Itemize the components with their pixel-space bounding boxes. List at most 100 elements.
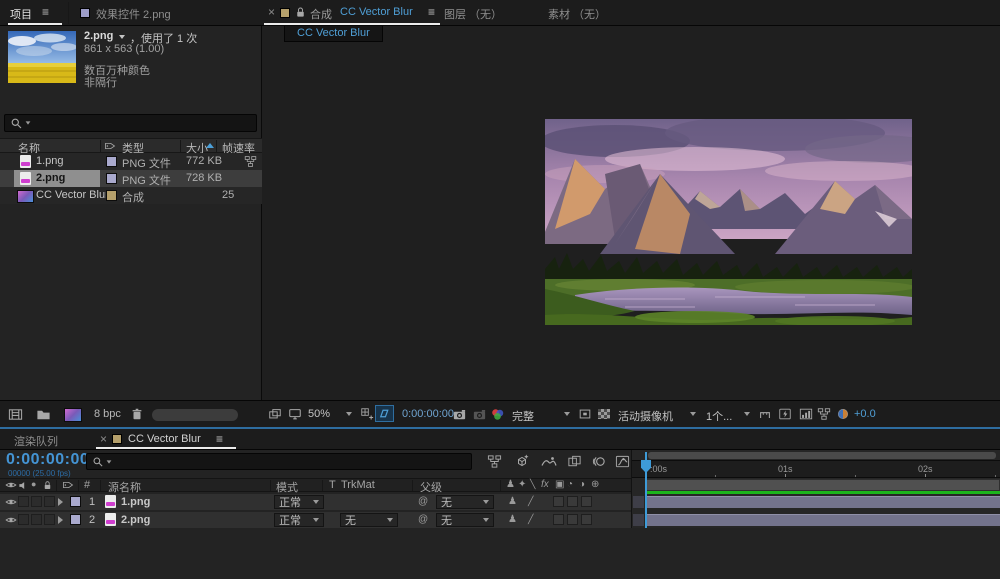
label-swatch[interactable] <box>106 190 117 201</box>
comp-tab-close-icon[interactable]: × <box>268 5 275 19</box>
project-row-comp[interactable]: CC Vector Blur 合成 25 <box>0 187 262 204</box>
time-navigator[interactable] <box>648 452 996 459</box>
parent-select[interactable]: 无 <box>436 495 494 509</box>
switch-cell[interactable] <box>567 496 578 507</box>
audio-toggle[interactable] <box>18 514 29 525</box>
work-area-bar[interactable] <box>646 479 1000 491</box>
new-composition-icon[interactable] <box>64 408 82 422</box>
frame-blend-icon[interactable] <box>567 454 582 469</box>
shy-layers-icon[interactable] <box>541 453 557 469</box>
main-viewer-icon[interactable] <box>288 407 302 421</box>
lock-toggle[interactable] <box>44 496 55 507</box>
snapshot-icon[interactable] <box>452 407 467 422</box>
switch-cell[interactable] <box>553 514 564 525</box>
draft-3d-icon[interactable] <box>514 453 530 469</box>
project-row-1png[interactable]: 1.png PNG 文件 772 KB <box>0 153 262 170</box>
label-swatch[interactable] <box>106 156 117 167</box>
parent-pickwhip-icon[interactable]: @ <box>418 514 428 525</box>
trkmat-select[interactable]: 无 <box>340 513 398 527</box>
switch-cell[interactable] <box>581 514 592 525</box>
project-color-depth[interactable]: 8 bpc <box>94 408 121 420</box>
footer-scrollbar[interactable] <box>152 409 238 421</box>
layout-caret-icon[interactable] <box>744 412 750 416</box>
mask-visibility-toggle[interactable] <box>375 405 394 422</box>
blend-mode-select[interactable]: 正常 <box>274 513 324 527</box>
sort-ascending-icon[interactable] <box>206 143 214 148</box>
parent-select[interactable]: 无 <box>436 513 494 527</box>
col-trkmat[interactable]: TrkMat <box>341 479 375 491</box>
switch-cell[interactable] <box>567 514 578 525</box>
time-ruler[interactable]: :00s 01s 02s <box>632 460 1000 478</box>
reset-exposure-icon[interactable] <box>836 407 850 421</box>
col-t[interactable]: T <box>329 479 336 491</box>
col-source-name[interactable]: 源名称 <box>108 479 141 495</box>
shy-toggle-icon[interactable]: ♟ <box>508 514 517 525</box>
col-index[interactable]: # <box>84 479 90 491</box>
label-color-icon[interactable] <box>104 140 116 152</box>
shy-toggle-icon[interactable]: ♟ <box>508 496 517 507</box>
col-parent[interactable]: 父级 <box>420 479 442 495</box>
layer-visibility-icon[interactable] <box>5 514 17 526</box>
resolution-select[interactable]: 完整 <box>512 408 534 424</box>
switch-cell[interactable] <box>581 496 592 507</box>
project-search-input[interactable] <box>4 114 257 132</box>
switch-cell[interactable] <box>553 496 564 507</box>
layer-label-swatch[interactable] <box>70 496 81 507</box>
lock-toggle[interactable] <box>44 514 55 525</box>
zoom-select[interactable]: 50% <box>308 408 330 420</box>
layer-row-2[interactable]: 2 2.png 正常 无 @ 无 ♟ ╱ <box>0 512 631 528</box>
mini-flowchart-icon[interactable] <box>487 454 502 469</box>
motion-blur-icon[interactable] <box>591 454 606 469</box>
interpret-footage-icon[interactable] <box>8 407 23 422</box>
label-swatch[interactable] <box>106 173 117 184</box>
project-row-2png[interactable]: 2.png PNG 文件 728 KB <box>0 170 262 187</box>
col-mode[interactable]: 模式 <box>276 479 298 495</box>
always-preview-icon[interactable] <box>268 407 282 421</box>
timeline-graph-icon[interactable] <box>799 407 813 421</box>
composition-viewport[interactable] <box>545 119 912 325</box>
layer-row-1[interactable]: 1 1.png 正常 @ 无 ♟ ╱ <box>0 494 631 510</box>
new-folder-icon[interactable] <box>36 407 51 422</box>
camera-caret-icon[interactable] <box>690 412 696 416</box>
view-camera-select[interactable]: 活动摄像机 <box>618 408 673 424</box>
trash-icon[interactable] <box>130 407 144 421</box>
timeline-search-input[interactable] <box>86 453 472 470</box>
audio-toggle[interactable] <box>18 496 29 507</box>
blend-mode-select[interactable]: 正常 <box>274 495 324 509</box>
flowchart-icon[interactable] <box>244 155 257 168</box>
parent-pickwhip-icon[interactable]: @ <box>418 496 428 507</box>
tab-footage[interactable]: 素材 （无） <box>548 6 606 22</box>
tab-project[interactable]: 项目 <box>10 6 32 22</box>
pixel-aspect-correction-icon[interactable] <box>758 407 772 421</box>
solo-toggle[interactable] <box>31 496 42 507</box>
exposure-value[interactable]: +0.0 <box>854 408 876 420</box>
comp-tab-label[interactable]: 合成 <box>310 6 332 22</box>
layer-2-duration-bar[interactable] <box>646 514 1000 526</box>
layer-label-swatch[interactable] <box>70 514 81 525</box>
expand-arrow-icon[interactable] <box>58 498 63 506</box>
solo-toggle[interactable] <box>31 514 42 525</box>
timeline-panel-menu-icon[interactable]: ≡ <box>216 432 223 446</box>
fast-preview-icon[interactable] <box>778 407 792 421</box>
timeline-current-time[interactable]: 0:00:00:00 <box>6 451 89 469</box>
layer-visibility-icon[interactable] <box>5 496 17 508</box>
show-snapshot-icon[interactable] <box>472 407 487 422</box>
region-of-interest-icon[interactable] <box>578 407 592 421</box>
comp-flowchart-icon[interactable] <box>817 407 831 421</box>
timeline-tab-close-icon[interactable]: × <box>100 432 107 446</box>
tab-effect-controls[interactable]: 效果控件 2.png <box>96 6 171 22</box>
quality-toggle-icon[interactable]: ╱ <box>528 496 533 507</box>
channel-rgb-icon[interactable] <box>490 407 505 422</box>
footage-dropdown-icon[interactable] <box>119 35 125 39</box>
tab-layer[interactable]: 图层 （无） <box>444 6 502 22</box>
quality-toggle-icon[interactable]: ╱ <box>528 514 533 525</box>
comp-panel-menu-icon[interactable]: ≡ <box>428 5 435 19</box>
zoom-caret-icon[interactable] <box>346 412 352 416</box>
layer-1-duration-bar[interactable] <box>646 496 1000 508</box>
resolution-caret-icon[interactable] <box>564 412 570 416</box>
transparency-grid-icon[interactable] <box>598 409 610 419</box>
project-panel-menu-icon[interactable]: ≡ <box>42 5 49 19</box>
comp-current-time[interactable]: 0:00:00:00 <box>402 408 454 420</box>
viewer-tab[interactable]: CC Vector Blur <box>284 26 383 42</box>
lock-icon[interactable] <box>294 6 307 19</box>
